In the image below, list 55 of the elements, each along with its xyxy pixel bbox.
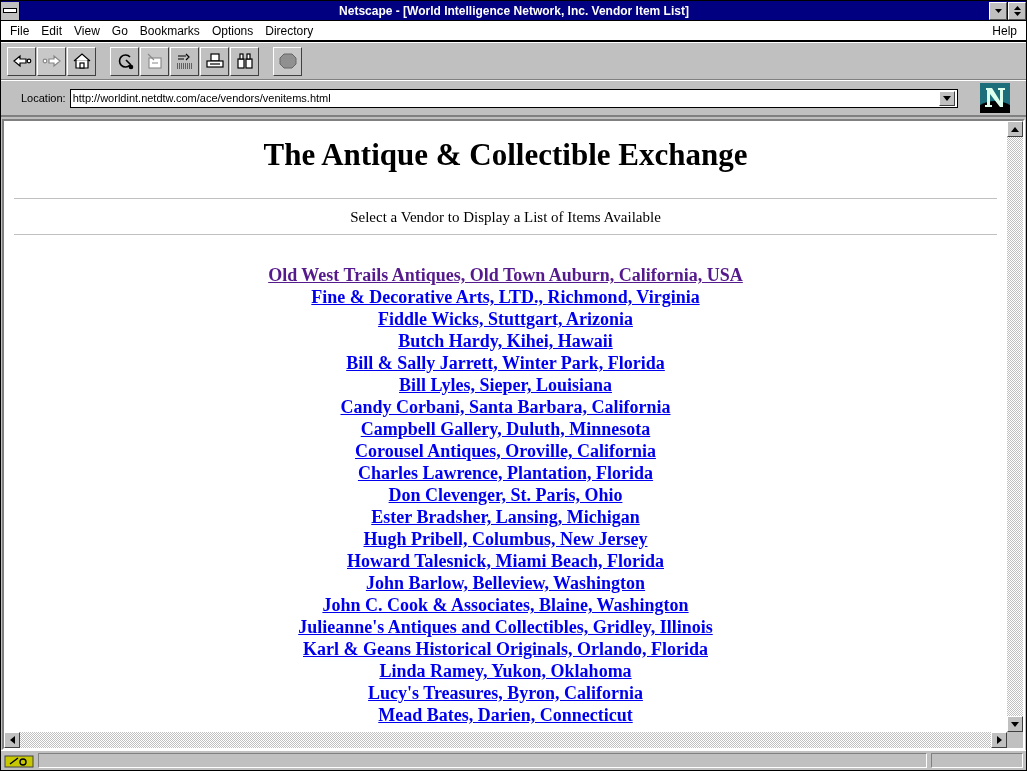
window-title: Netscape - [World Intelligence Network, Inc. Vendor Item List] (338, 3, 690, 18)
vendor-link[interactable]: Don Clevenger, St. Paris, Ohio (388, 484, 623, 506)
open-button[interactable] (170, 46, 199, 76)
left-arrow-icon (9, 736, 15, 744)
vendor-link[interactable]: Hugh Pribell, Columbus, New Jersey (363, 528, 648, 550)
dropdown-button[interactable] (939, 90, 955, 106)
vendor-link[interactable]: Linda Ramey, Yukon, Oklahoma (379, 660, 632, 682)
up-arrow-icon (1011, 126, 1019, 132)
page-heading: The Antique & Collectible Exchange (262, 137, 749, 173)
printer-icon (203, 51, 226, 71)
reload-button[interactable] (110, 46, 139, 76)
vendor-link[interactable]: Bill & Sally Jarrett, Winter Park, Florida (346, 352, 665, 374)
page-subtitle: Select a Vendor to Display a List of Items Available (349, 208, 662, 227)
menu-item[interactable]: Options (205, 23, 260, 38)
vendor-link[interactable]: Julieanne's Antiques and Collectibles, Gridley, Illinois (298, 616, 713, 638)
down-arrow-icon (1011, 721, 1019, 727)
system-menu-button[interactable] (1, 1, 20, 20)
vertical-scrollbar[interactable] (1007, 121, 1023, 732)
menu-item[interactable]: Edit (35, 23, 69, 38)
menu-item[interactable]: Go (105, 23, 134, 38)
vendor-link[interactable]: Campbell Gallery, Duluth, Minnesota (360, 418, 651, 440)
vendor-link[interactable]: Fiddle Wicks, Stuttgart, Arizonia (378, 308, 633, 330)
menu-item[interactable]: Directory (259, 23, 320, 38)
vendor-link[interactable]: John Barlow, Belleview, Washington (365, 572, 646, 594)
vendor-link[interactable]: Charles Lawrence, Plantation, Florida (357, 462, 654, 484)
restore-button[interactable] (1008, 1, 1026, 20)
vendor-link[interactable]: Karl & Geans Historical Originals, Orlando, Florida (303, 638, 708, 660)
netscape-logo-icon (980, 83, 1010, 113)
menu-item[interactable]: View (68, 23, 106, 38)
location-label: Location: (21, 92, 66, 104)
minimize-button[interactable] (989, 1, 1007, 20)
vendor-link[interactable]: Mead Bates, Darien, Connecticut (378, 704, 633, 726)
vendor-link[interactable]: Bill Lyles, Sieper, Louisiana (399, 374, 612, 396)
vendor-link[interactable]: Butch Hardy, Kihei, Hawaii (398, 330, 613, 352)
right-arrow-icon (996, 736, 1002, 744)
caret-icon (943, 95, 951, 101)
down-triangle-icon (993, 7, 1003, 14)
menu-item[interactable]: Bookmarks (133, 23, 206, 38)
back-button[interactable] (7, 46, 36, 76)
vendor-link[interactable]: Ester Bradsher, Lansing, Michigan (371, 506, 640, 528)
stop-icon (276, 51, 299, 71)
vendor-link[interactable]: Lucy's Treasures, Byron, California (368, 682, 643, 704)
vendor-link[interactable]: Fine & Decorative Arts, LTD., Richmond, Virginia (311, 286, 700, 308)
location-field[interactable]: http://worldint.netdtw.com/ace/vendors/venitems.html (69, 88, 958, 108)
menu-item[interactable]: File (4, 23, 36, 38)
vendor-link[interactable]: Old West Trails Antiques, Old Town Auburn, California, USA (268, 264, 743, 286)
menu-item[interactable]: Help (986, 23, 1023, 38)
print-button[interactable] (200, 46, 229, 76)
find-button[interactable] (230, 46, 259, 76)
vendor-link[interactable]: Howard Talesnick, Miami Beach, Florida (347, 550, 664, 572)
vendor-link[interactable]: John C. Cook & Associates, Blaine, Washington (322, 594, 689, 616)
home-button[interactable] (67, 46, 96, 76)
vendor-link[interactable]: Candy Corbani, Santa Barbara, California (340, 396, 671, 418)
up-down-triangles-icon (1012, 4, 1022, 17)
vendor-link[interactable]: Corousel Antiques, Oroville, California (355, 440, 656, 462)
